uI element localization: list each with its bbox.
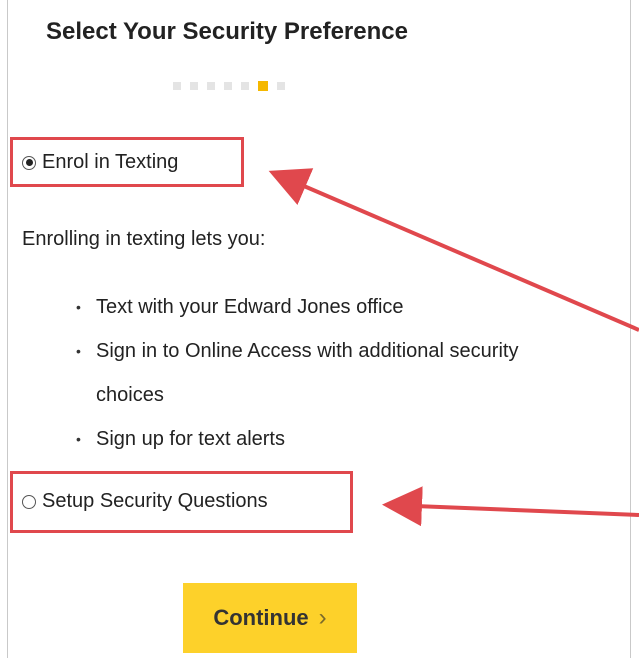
step-dot: [241, 82, 249, 90]
page-title: Select Your Security Preference: [46, 18, 408, 45]
list-item-continuation: choices: [96, 384, 164, 406]
radio-questions[interactable]: [22, 494, 36, 509]
option-texting-label: Enrol in Texting: [42, 151, 179, 173]
continue-button[interactable]: Continue ›: [183, 583, 357, 653]
step-dot: [190, 82, 198, 90]
step-dot: [207, 82, 215, 90]
security-preference-panel: Select Your Security Preference Enrol in…: [0, 0, 639, 658]
option-security-questions[interactable]: Setup Security Questions: [22, 490, 268, 513]
list-item: Sign up for text alerts: [76, 417, 518, 461]
step-dot: [173, 82, 181, 90]
panel-left-border: [7, 0, 8, 658]
step-dot-current: [258, 81, 268, 91]
option-enrol-texting[interactable]: Enrol in Texting: [22, 151, 178, 174]
panel-right-border: [630, 0, 631, 658]
step-indicator: [173, 81, 285, 91]
radio-texting[interactable]: [22, 155, 36, 170]
continue-label: Continue: [213, 605, 309, 630]
list-item: Sign in to Online Access with additional…: [76, 329, 518, 373]
texting-intro: Enrolling in texting lets you:: [22, 228, 266, 250]
list-item: Text with your Edward Jones office: [76, 285, 518, 329]
step-dot: [224, 82, 232, 90]
radio-selected-mark: [25, 159, 33, 166]
texting-benefits-list: Text with your Edward Jones office Sign …: [76, 285, 518, 461]
step-dot: [277, 82, 285, 90]
option-questions-label: Setup Security Questions: [42, 490, 268, 512]
annotation-arrow-questions: [382, 486, 639, 527]
chevron-right-icon: ›: [318, 604, 327, 631]
